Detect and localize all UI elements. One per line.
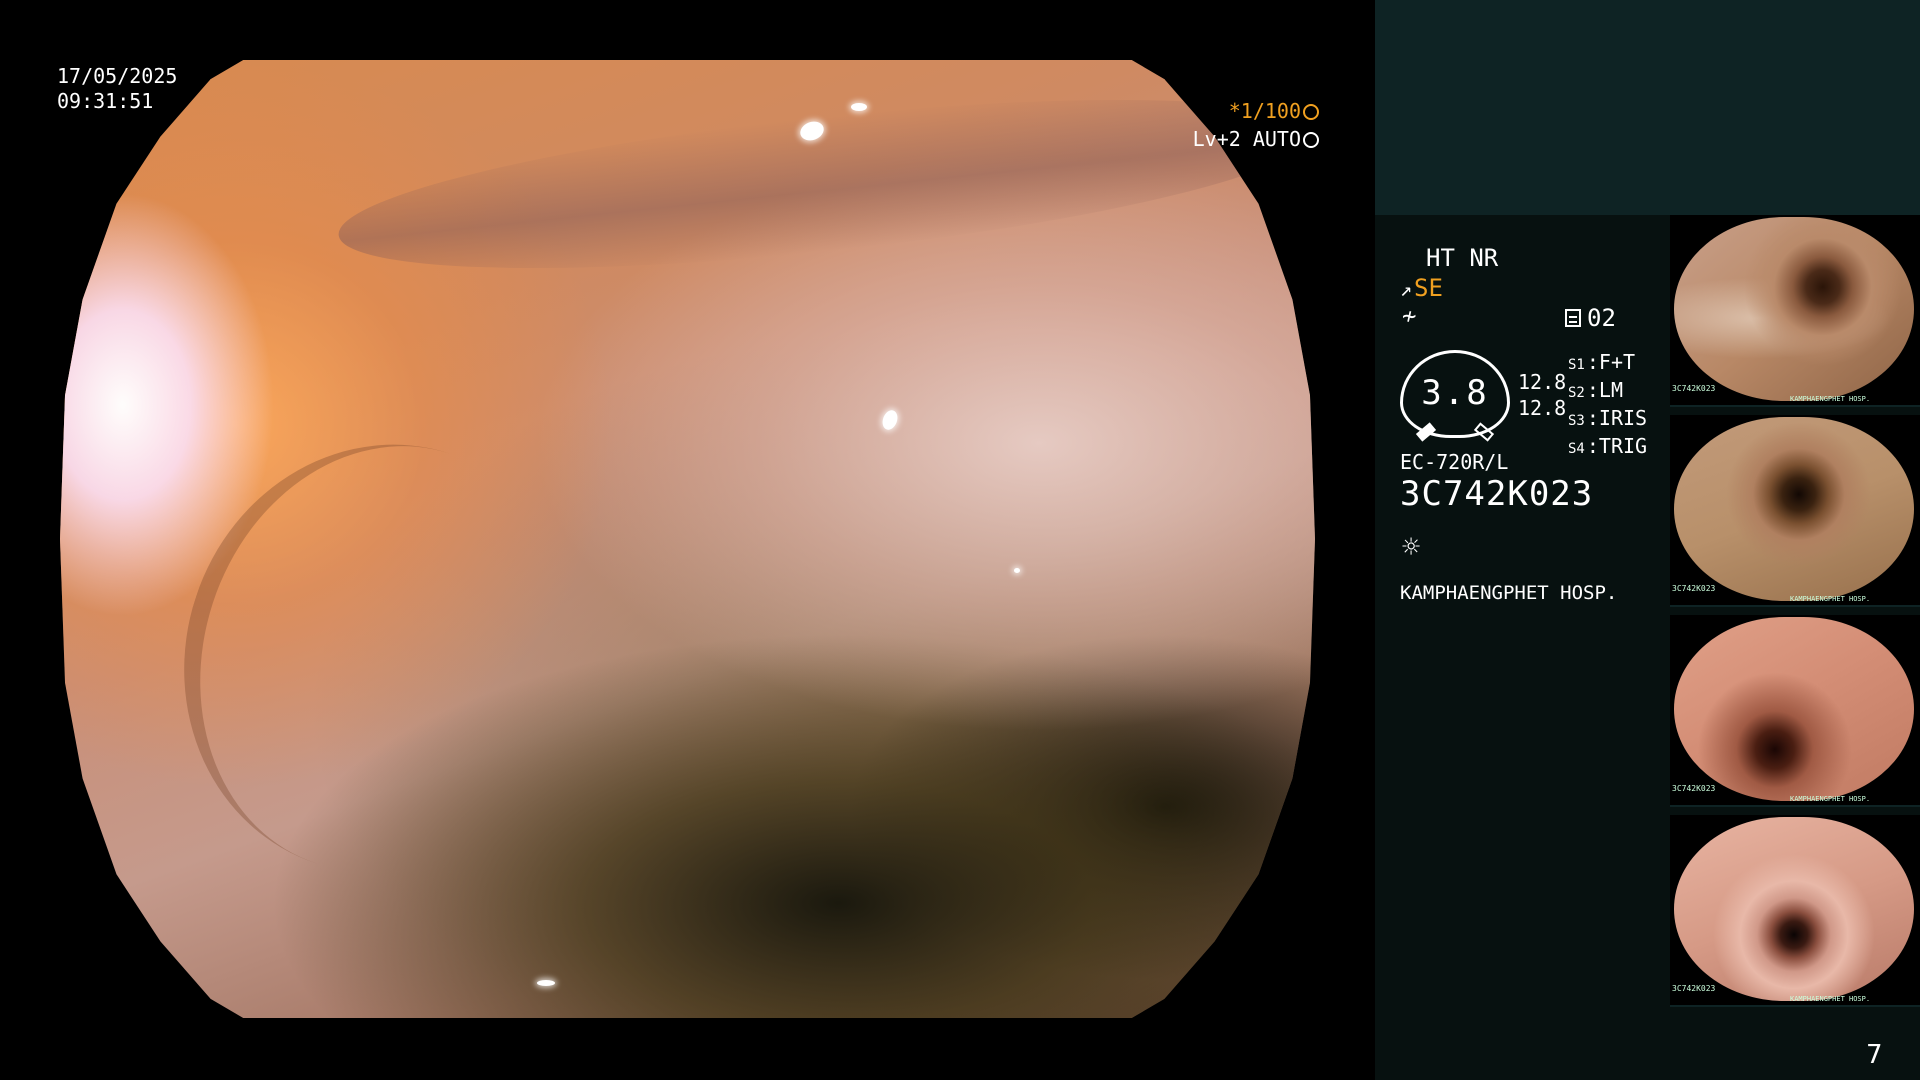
scale-top: 12.8	[1518, 370, 1567, 394]
brightness-level-readout: Lv+2 AUTO	[1193, 127, 1319, 151]
thumbnail-serial: 3C742K023	[1672, 784, 1716, 793]
thumbnail-hospital: KAMPHAENGPHET HOSP.	[1790, 795, 1871, 803]
hospital-name: KAMPHAENGPHET HOSP.	[1400, 582, 1618, 604]
thumbnail-image	[1674, 817, 1914, 1001]
scale-bottom: 12.8	[1518, 396, 1567, 420]
structure-enhance-icon: ↗	[1400, 277, 1413, 301]
thumbnail-1[interactable]: 3C742K023 KAMPHAENGPHET HOSP.	[1670, 215, 1920, 407]
switch-assignments: S1:F+T S2:LM S3:IRIS S4:TRIG	[1568, 350, 1647, 462]
specular-glare	[1013, 567, 1020, 573]
aperture-icon	[1303, 104, 1319, 120]
thumbnail-image	[1674, 617, 1914, 801]
level-text: Lv+2 AUTO	[1192, 127, 1301, 151]
thumbnail-hospital: KAMPHAENGPHET HOSP.	[1790, 995, 1871, 1003]
thumbnail-hospital: KAMPHAENGPHET HOSP.	[1790, 595, 1871, 603]
switch-item: S2:LM	[1568, 378, 1623, 402]
scope-status-info: HT NR ↗SE ≁ 02 3.8 12.8 12.8 S1:F+T S2:L…	[1400, 240, 1670, 620]
thumbnail-image	[1674, 217, 1914, 401]
thumbnail-hospital: KAMPHAENGPHET HOSP.	[1790, 395, 1871, 403]
thumbnail-4[interactable]: 3C742K023 KAMPHAENGPHET HOSP.	[1670, 815, 1920, 1007]
patient-info-panel	[1375, 0, 1920, 215]
scope-model: EC-720R/L	[1400, 450, 1509, 474]
se-label: SE	[1414, 274, 1443, 302]
thumbnail-3[interactable]: 3C742K023 KAMPHAENGPHET HOSP.	[1670, 615, 1920, 807]
thumbnail-serial: 3C742K023	[1672, 584, 1716, 593]
thumbnail-serial: 3C742K023	[1672, 384, 1716, 393]
time-text: 09:31:51	[57, 89, 154, 113]
ht-nr-label: HT NR	[1426, 244, 1499, 272]
specular-glare	[880, 407, 901, 432]
switch-item: S4:TRIG	[1568, 434, 1648, 458]
switch-item: S3:IRIS	[1568, 406, 1648, 430]
auto-iris-icon	[1303, 132, 1319, 148]
gauge-marker-right	[1473, 422, 1495, 442]
gauge-marker-left	[1415, 422, 1437, 442]
specular-glare	[536, 979, 555, 986]
gauge-value: 3.8	[1421, 373, 1489, 413]
light-source-icon: ☼	[1402, 530, 1421, 565]
memory-card-icon	[1565, 309, 1581, 327]
shutter-text: *1/100	[1228, 99, 1301, 123]
mucosal-fold	[331, 66, 1315, 303]
thumbnail-2[interactable]: 3C742K023 KAMPHAENGPHET HOSP.	[1670, 415, 1920, 607]
page-number: 7	[1866, 1040, 1883, 1070]
shutter-readout: *1/100	[1229, 99, 1319, 123]
color-tone-icon: ≁	[1402, 302, 1417, 330]
scope-serial: 3C742K023	[1400, 474, 1594, 514]
memory-readout: 02	[1565, 304, 1616, 332]
endoscope-main-view	[60, 60, 1315, 1018]
magnification-gauge: 3.8	[1400, 350, 1510, 442]
structure-enhance-readout: ↗SE	[1400, 274, 1443, 302]
thumbnail-serial: 3C742K023	[1672, 984, 1716, 993]
mucosal-fold-left	[128, 392, 637, 925]
switch-item: S1:F+T	[1568, 350, 1636, 374]
datetime-readout: 17/05/2025 09:31:51	[57, 64, 177, 114]
thumbnail-image	[1674, 417, 1914, 601]
memory-label: 02	[1587, 304, 1616, 332]
specular-glare	[850, 103, 867, 112]
date-text: 17/05/2025	[57, 64, 178, 88]
